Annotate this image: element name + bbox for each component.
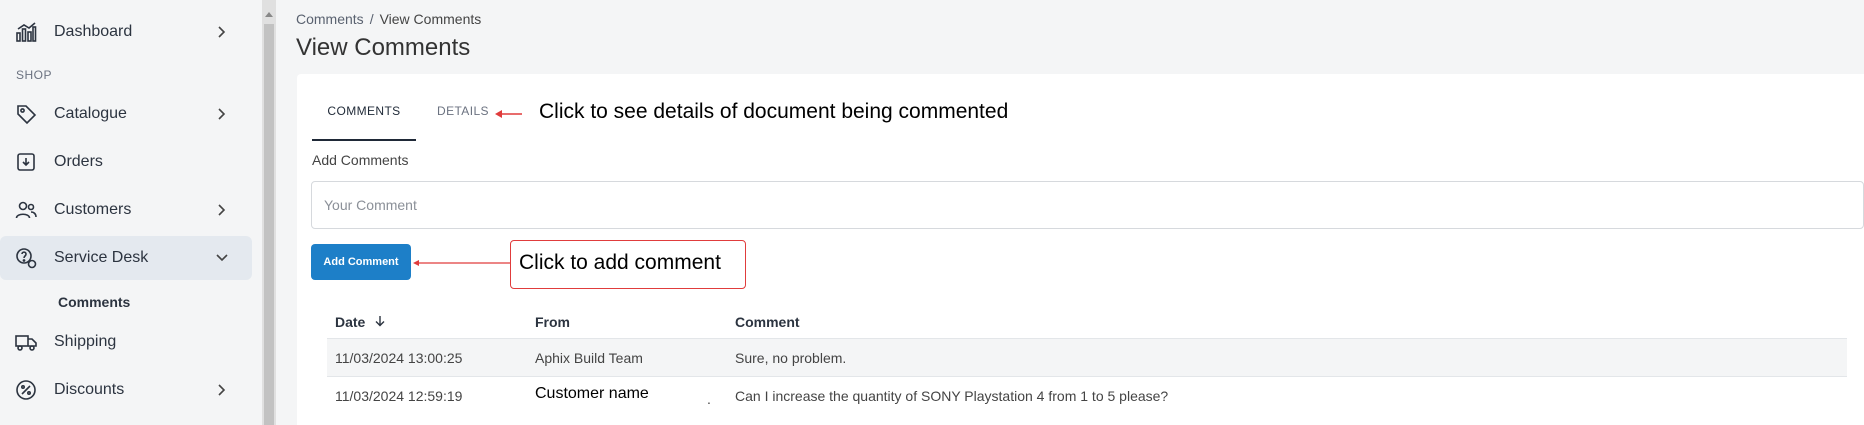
discount-icon: [14, 378, 38, 402]
cell-date: 11/03/2024 13:00:25: [335, 350, 463, 366]
arrow-down-icon: [375, 314, 385, 330]
chevron-down-icon: [214, 250, 230, 266]
nav-item-orders[interactable]: Orders: [0, 140, 252, 184]
nav-label: Customers: [54, 201, 132, 218]
nav-label: Service Desk: [54, 249, 149, 266]
add-comment-button[interactable]: Add Comment: [311, 244, 411, 280]
orders-box-icon: [14, 150, 38, 174]
tab-comments[interactable]: COMMENTS: [312, 104, 416, 141]
column-header-date[interactable]: Date: [335, 314, 385, 330]
nav-label: Orders: [54, 153, 103, 170]
nav-item-discounts[interactable]: Discounts: [0, 368, 252, 412]
scrollbar-thumb[interactable]: [264, 24, 274, 425]
breadcrumb: Comments / View Comments: [296, 11, 481, 27]
sidebar-subitem-comments[interactable]: Comments: [58, 294, 130, 310]
page-title: View Comments: [296, 34, 471, 61]
cell-comment: Sure, no problem.: [735, 350, 847, 366]
nav-label: Dashboard: [54, 23, 133, 40]
annotation-arrow-icon: [495, 110, 522, 118]
tag-icon: [14, 102, 38, 126]
column-header-from[interactable]: From: [535, 314, 570, 330]
nav-label: Catalogue: [54, 105, 127, 122]
nav-label: Discounts: [54, 381, 125, 398]
section-label-shop: SHOP: [16, 68, 53, 82]
column-header-label: Date: [335, 314, 366, 330]
annotation-arrow-icon: [413, 260, 511, 266]
breadcrumb-current: View Comments: [379, 11, 482, 27]
nav-item-customers[interactable]: Customers: [0, 188, 252, 232]
sidebar: Dashboard SHOP Catalogue Orders Customer…: [0, 0, 262, 425]
chevron-right-icon: [214, 382, 230, 398]
nav-item-dashboard[interactable]: Dashboard: [0, 10, 252, 54]
table-row[interactable]: 11/03/2024 12:59:19 Customer name . Can …: [327, 376, 1847, 414]
breadcrumb-separator: /: [369, 11, 374, 27]
annotation-add-hint: Click to add comment: [510, 240, 746, 289]
scroll-up-icon[interactable]: [265, 12, 273, 17]
cell-comment: Can I increase the quantity of SONY Play…: [735, 388, 1169, 404]
table-row[interactable]: 11/03/2024 13:00:25 Aphix Build Team Sur…: [327, 338, 1847, 376]
dashboard-icon: [14, 20, 38, 44]
cell-date: 11/03/2024 12:59:19: [335, 388, 463, 404]
cell-from-mark: .: [707, 391, 711, 407]
tab-details[interactable]: DETAILS: [437, 104, 489, 118]
chevron-right-icon: [214, 202, 230, 218]
comments-card: COMMENTS DETAILS Click to see details of…: [297, 74, 1864, 425]
users-icon: [14, 198, 38, 222]
nav-item-shipping[interactable]: Shipping: [0, 320, 252, 364]
sidebar-scrollbar[interactable]: [262, 0, 276, 425]
cell-from: Aphix Build Team: [535, 350, 643, 366]
cell-from: Customer name: [535, 385, 649, 402]
column-header-comment[interactable]: Comment: [735, 314, 800, 330]
nav-item-service-desk[interactable]: Service Desk: [0, 236, 252, 280]
comment-input[interactable]: [311, 181, 1864, 229]
add-comments-label: Add Comments: [312, 152, 409, 168]
breadcrumb-link-comments[interactable]: Comments: [296, 11, 364, 27]
annotation-details-hint: Click to see details of document being c…: [539, 100, 1009, 123]
truck-icon: [14, 330, 38, 354]
chevron-right-icon: [214, 24, 230, 40]
chevron-right-icon: [214, 106, 230, 122]
nav-item-catalogue[interactable]: Catalogue: [0, 92, 252, 136]
service-desk-icon: [14, 246, 38, 270]
nav-label: Shipping: [54, 333, 117, 350]
